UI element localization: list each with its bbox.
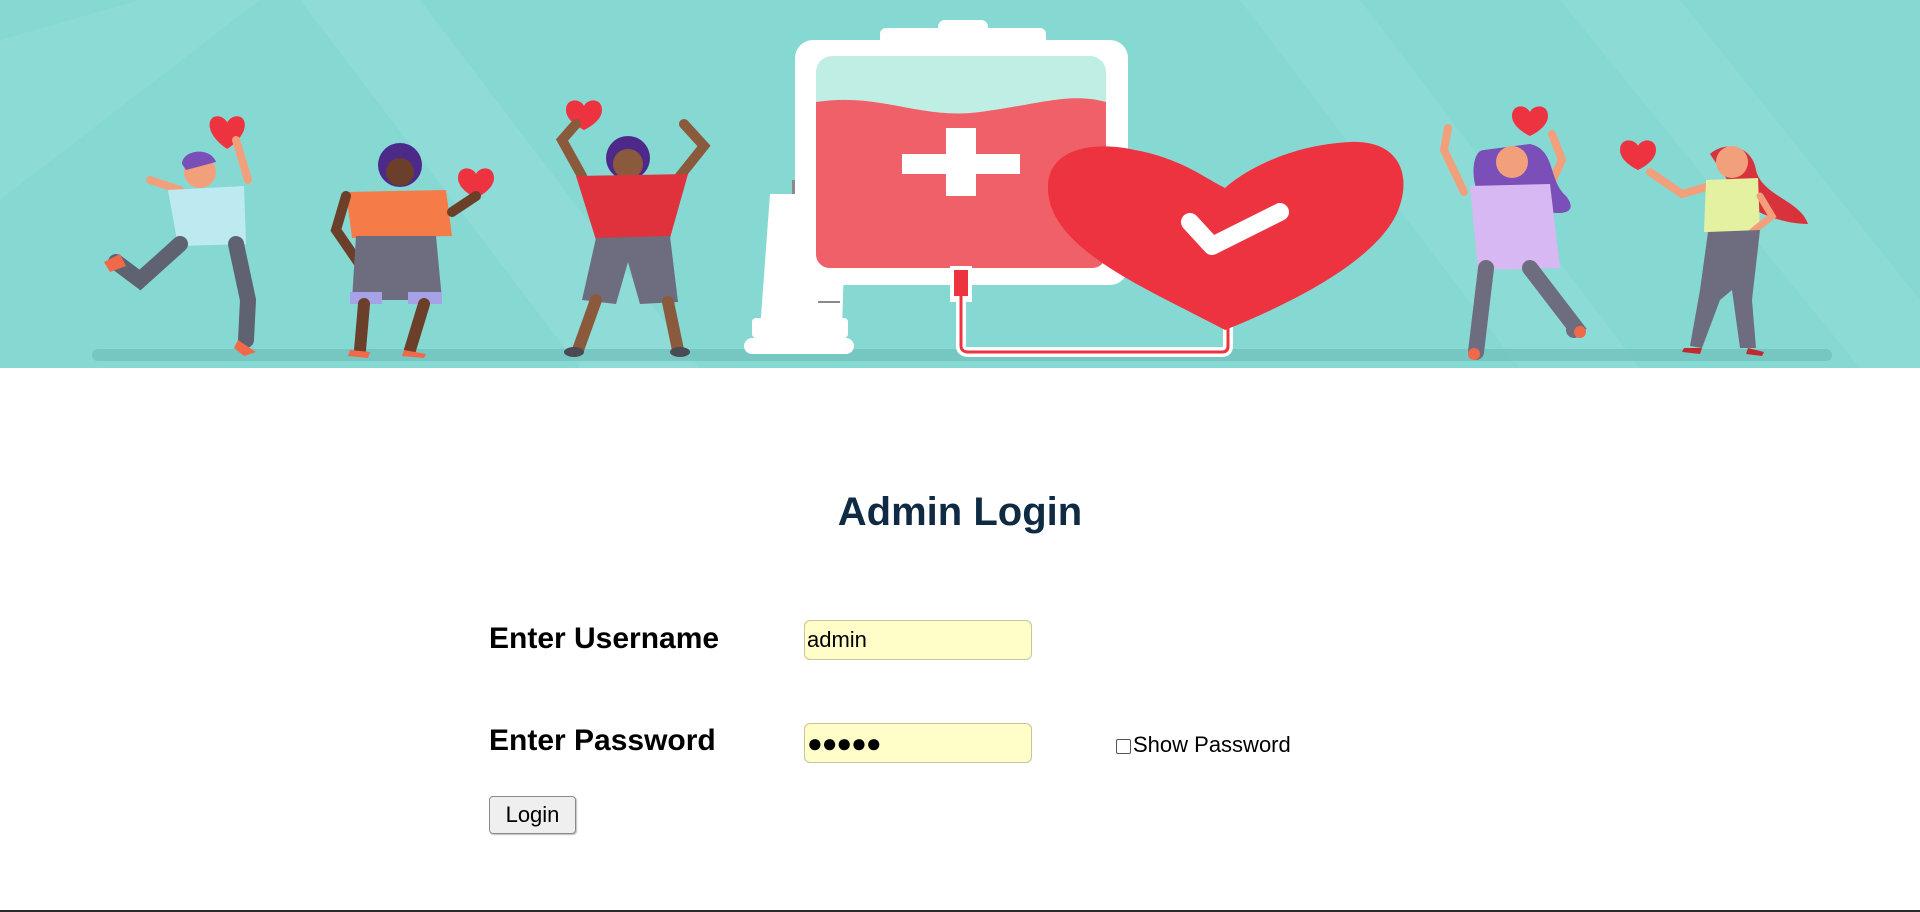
password-label: Enter Password: [489, 724, 716, 757]
show-password-label: Show Password: [1133, 732, 1291, 757]
password-input[interactable]: [804, 723, 1032, 763]
show-password-checkbox[interactable]: [1116, 739, 1131, 754]
username-label: Enter Username: [489, 622, 720, 655]
login-button[interactable]: Login: [489, 796, 576, 834]
hero-banner: [0, 0, 1920, 368]
show-password-toggle[interactable]: Show Password: [1116, 732, 1291, 758]
username-input[interactable]: [804, 620, 1032, 660]
page-title: Admin Login: [837, 490, 1083, 534]
